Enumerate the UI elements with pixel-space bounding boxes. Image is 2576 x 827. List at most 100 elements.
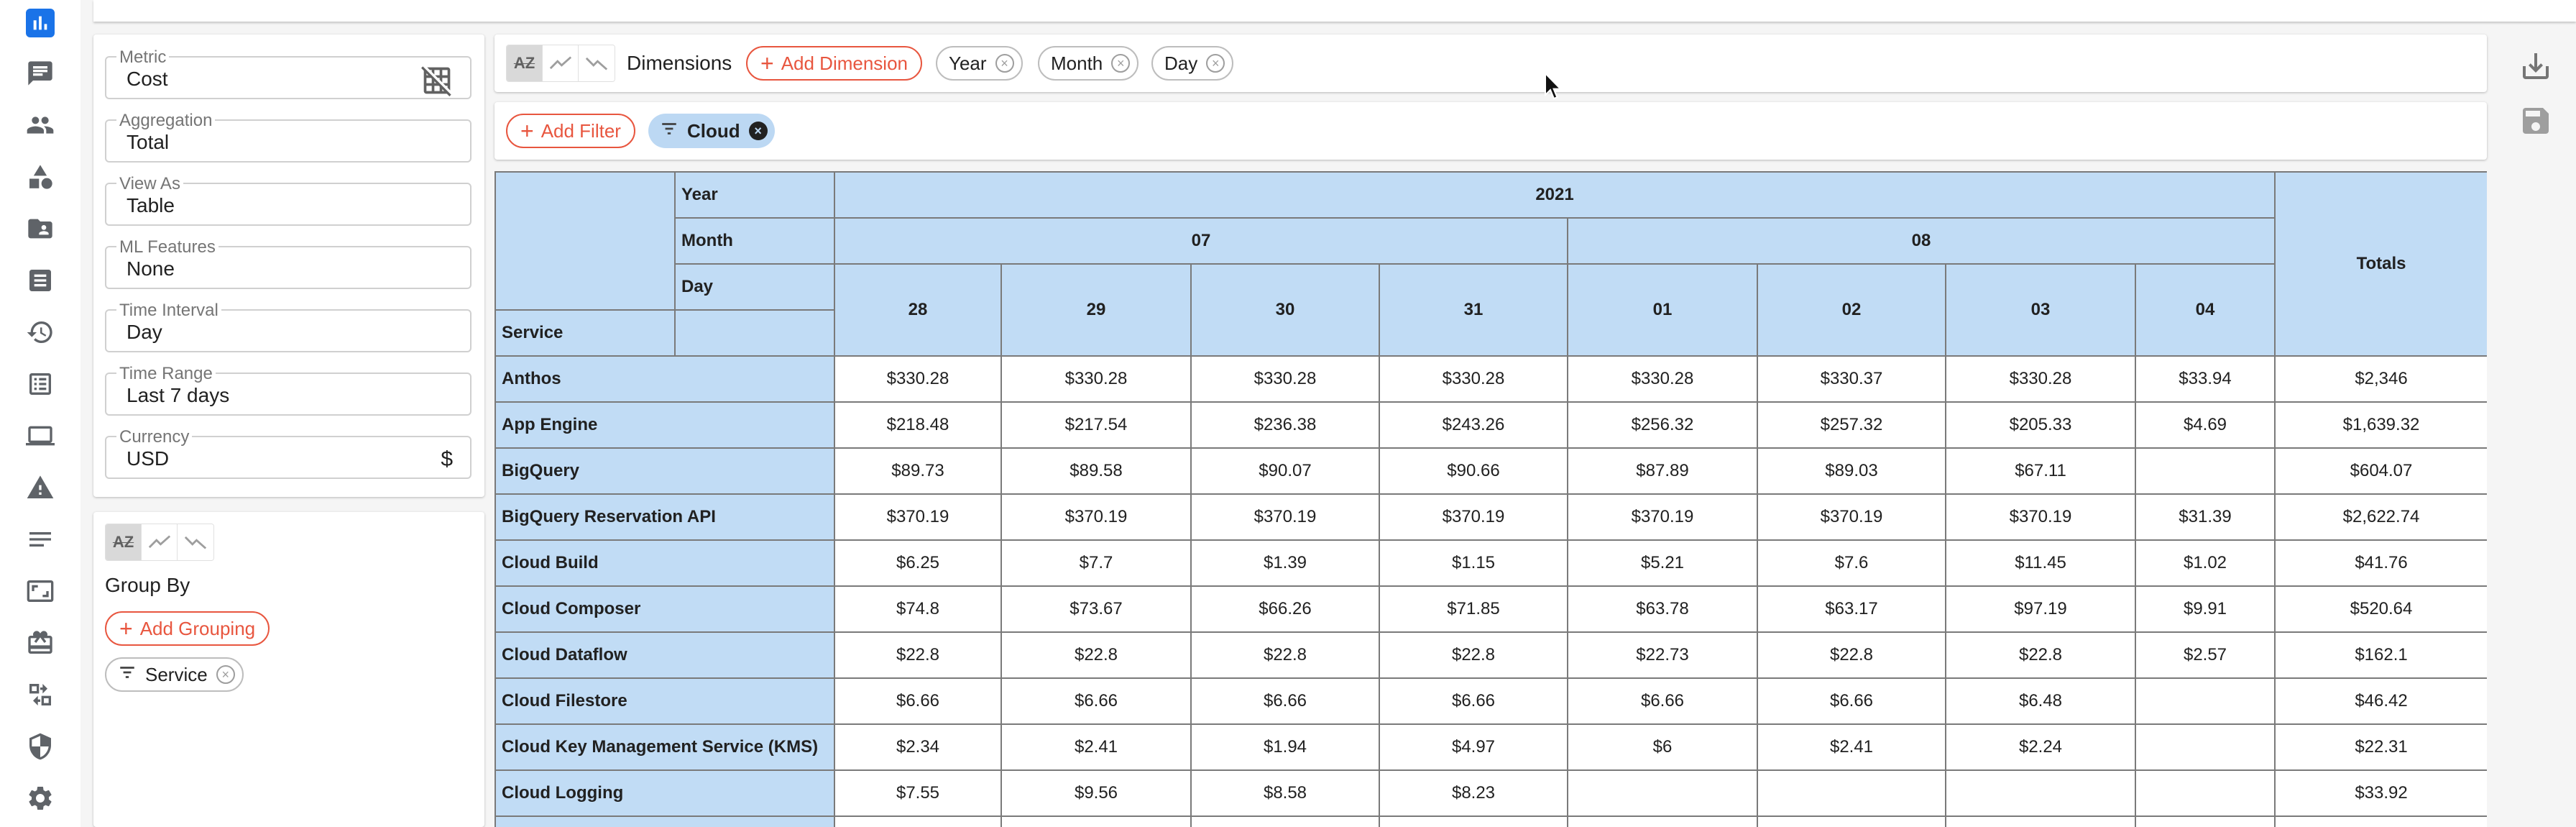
grid-off-icon[interactable] [421, 65, 453, 102]
sort-asc-button[interactable] [543, 45, 579, 81]
service-row-label[interactable]: Anthos [494, 355, 835, 403]
table-cell[interactable] [834, 815, 1002, 827]
table-cell[interactable]: $4.69 [2134, 401, 2276, 449]
table-cell[interactable] [2134, 815, 2276, 827]
table-cell[interactable]: $256.32 [1567, 401, 1758, 449]
table-cell[interactable]: $89.03 [1757, 447, 1946, 495]
laptop-icon[interactable] [26, 421, 55, 450]
folder-shared-icon[interactable] [26, 214, 55, 243]
table-cell[interactable]: $4.97 [1379, 723, 1568, 771]
table-cell[interactable]: $2.24 [1945, 723, 2136, 771]
remove-chip-icon[interactable]: × [216, 665, 235, 684]
service-row-label[interactable]: Cloud Filestore [494, 677, 835, 725]
row-total-cell[interactable] [2274, 815, 2487, 827]
row-total-cell[interactable]: $2,346 [2274, 355, 2487, 403]
service-row-label[interactable]: Cloud Composer [494, 585, 835, 633]
table-cell[interactable]: $370.19 [1379, 493, 1568, 541]
table-cell[interactable]: $63.17 [1757, 585, 1946, 633]
sort-desc-button[interactable] [579, 45, 615, 81]
table-cell[interactable]: $6.66 [1190, 677, 1380, 725]
table-cell[interactable]: $205.33 [1945, 401, 2136, 449]
table-cell[interactable] [2134, 723, 2276, 771]
service-row-label[interactable]: Cloud Build [494, 539, 835, 587]
ml-features-select[interactable]: ML Features None [105, 237, 472, 289]
table-cell[interactable]: $370.19 [834, 493, 1002, 541]
table-cell[interactable]: $6.66 [1379, 677, 1568, 725]
year-header[interactable]: Year [674, 171, 835, 219]
table-cell[interactable]: $7.7 [1000, 539, 1192, 587]
view-as-select[interactable]: View As Table [105, 174, 472, 226]
remove-chip-icon[interactable]: × [748, 122, 768, 140]
add-filter-button[interactable]: + Add Filter [506, 114, 635, 148]
table-cell[interactable]: $8.58 [1190, 769, 1380, 817]
table-cell[interactable]: $97.19 [1945, 585, 2136, 633]
row-total-cell[interactable]: $520.64 [2274, 585, 2487, 633]
table-cell[interactable]: $63.78 [1567, 585, 1758, 633]
month-header[interactable]: Month [674, 217, 835, 265]
table-cell[interactable]: $6.66 [834, 677, 1002, 725]
table-cell[interactable]: $370.19 [1190, 493, 1380, 541]
users-icon[interactable] [26, 111, 55, 140]
service-row-label[interactable]: Cloud Logging [494, 769, 835, 817]
row-total-cell[interactable]: $1,639.32 [2274, 401, 2487, 449]
grouping-chip-service[interactable]: Service × [105, 657, 244, 692]
row-total-cell[interactable]: $162.1 [2274, 631, 2487, 679]
table-cell[interactable]: $6.66 [1000, 677, 1192, 725]
row-total-cell[interactable]: $2,622.74 [2274, 493, 2487, 541]
table-cell[interactable]: $2.57 [2134, 631, 2276, 679]
sort-alpha-button[interactable]: AZ [106, 524, 142, 560]
gift-icon[interactable] [26, 629, 55, 657]
table-cell[interactable]: $2.41 [1000, 723, 1192, 771]
table-cell[interactable]: $22.8 [1000, 631, 1192, 679]
sync-icon[interactable] [26, 680, 55, 709]
add-dimension-button[interactable]: + Add Dimension [746, 46, 922, 81]
table-cell[interactable] [1190, 815, 1380, 827]
day-header[interactable]: Day [674, 263, 835, 311]
table-cell[interactable]: $6.66 [1567, 677, 1758, 725]
service-row-label[interactable]: Cloud Key Management Service (KMS) [494, 723, 835, 771]
month-value[interactable]: 07 [834, 217, 1568, 265]
table-cell[interactable] [2134, 677, 2276, 725]
day-value[interactable]: 31 [1379, 263, 1568, 357]
table-cell[interactable]: $1.02 [2134, 539, 2276, 587]
history-icon[interactable] [26, 318, 55, 347]
invoice-icon[interactable] [26, 266, 55, 295]
sort-desc-button[interactable] [178, 524, 213, 560]
table-cell[interactable]: $330.28 [834, 355, 1002, 403]
row-total-cell[interactable]: $33.92 [2274, 769, 2487, 817]
chat-icon[interactable] [26, 59, 55, 88]
table-cell[interactable]: $89.58 [1000, 447, 1192, 495]
table-cell[interactable]: $370.19 [1757, 493, 1946, 541]
table-cell[interactable]: $5.21 [1567, 539, 1758, 587]
warning-icon[interactable] [26, 473, 55, 502]
shapes-icon[interactable] [26, 163, 55, 191]
table-cell[interactable]: $330.28 [1000, 355, 1192, 403]
table-cell[interactable] [1945, 769, 2136, 817]
aggregation-select[interactable]: Aggregation Total [105, 111, 472, 163]
currency-select[interactable]: Currency USD $ [105, 427, 472, 479]
table-cell[interactable]: $236.38 [1190, 401, 1380, 449]
day-value[interactable]: 30 [1190, 263, 1380, 357]
table-cell[interactable]: $330.28 [1379, 355, 1568, 403]
table-cell[interactable]: $243.26 [1379, 401, 1568, 449]
table-cell[interactable]: $1.15 [1379, 539, 1568, 587]
remove-chip-icon[interactable]: × [1206, 54, 1225, 73]
table-cell[interactable] [1567, 769, 1758, 817]
table-cell[interactable]: $9.56 [1000, 769, 1192, 817]
metric-select[interactable]: Metric Cost [105, 47, 472, 102]
table-cell[interactable]: $6.48 [1945, 677, 2136, 725]
service-row-label[interactable]: BigQuery [494, 447, 835, 495]
table-cell[interactable]: $66.26 [1190, 585, 1380, 633]
table-cell[interactable]: $73.67 [1000, 585, 1192, 633]
shield-icon[interactable] [26, 732, 55, 761]
dimension-chip-month[interactable]: Month × [1038, 46, 1139, 81]
table-cell[interactable]: $31.39 [2134, 493, 2276, 541]
table-cell[interactable] [1945, 815, 2136, 827]
add-grouping-button[interactable]: + Add Grouping [105, 611, 270, 646]
table-cell[interactable] [1757, 769, 1946, 817]
table-cell[interactable]: $22.8 [1190, 631, 1380, 679]
notes-icon[interactable] [26, 525, 55, 554]
table-cell[interactable]: $6.66 [1757, 677, 1946, 725]
table-cell[interactable]: $8.23 [1379, 769, 1568, 817]
table-cell[interactable]: $2.41 [1757, 723, 1946, 771]
